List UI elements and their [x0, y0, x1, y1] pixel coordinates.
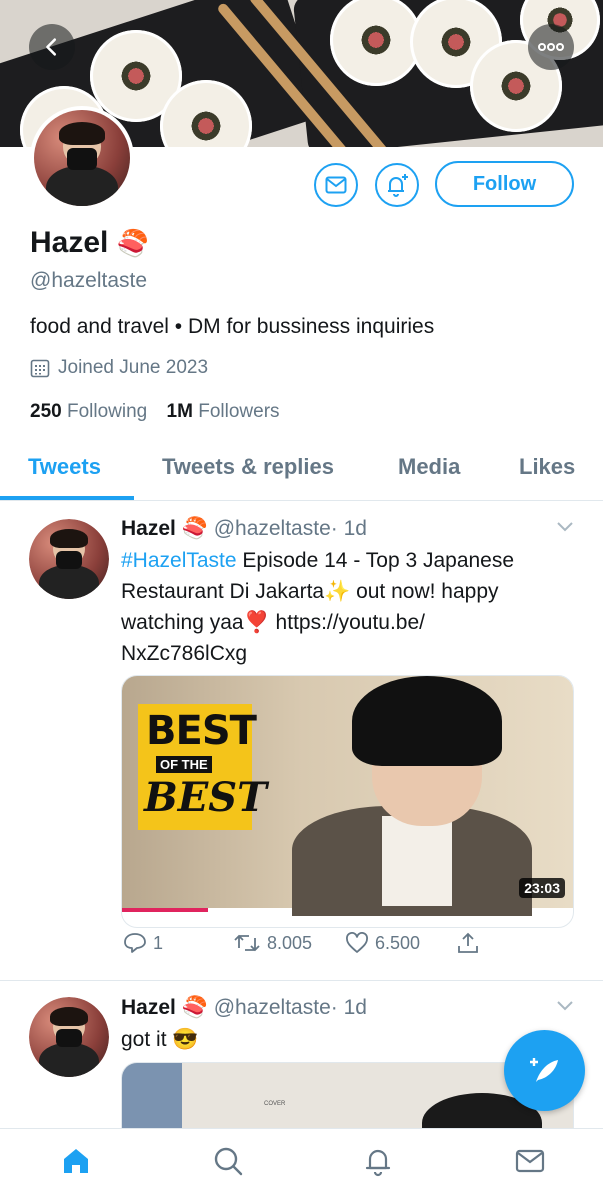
video-progress	[122, 908, 208, 912]
tweet-author-emoji: 🍣	[181, 517, 208, 540]
video-duration: 23:03	[519, 878, 565, 898]
tab-tweets[interactable]: Tweets	[28, 454, 101, 480]
messages-icon	[515, 1149, 545, 1173]
tweet-author-handle: @hazeltaste	[213, 517, 331, 540]
chevron-down-icon	[557, 522, 573, 532]
search-icon	[214, 1147, 243, 1176]
compose-icon	[529, 1057, 558, 1082]
tab-tweets-replies[interactable]: Tweets & replies	[162, 454, 334, 480]
profile-handle: @hazeltaste	[30, 269, 148, 292]
followers-link[interactable]: 1M Followers	[167, 401, 280, 422]
image-cover-label: COVER	[264, 1101, 286, 1107]
nav-notifications[interactable]	[362, 1145, 394, 1182]
more-icon	[538, 43, 564, 51]
calendar-icon	[30, 359, 50, 378]
tweet-time: · 1d	[330, 996, 367, 1019]
retweet-icon	[234, 934, 260, 952]
tweet-author-emoji: 🍣	[181, 996, 208, 1019]
back-arrow-icon	[46, 38, 57, 56]
profile-name-emoji: 🍣	[116, 228, 150, 258]
best-of-the-best-logo: BEST OF THE BEST	[138, 704, 267, 830]
follow-button[interactable]: Follow	[435, 161, 574, 207]
compose-tweet-button[interactable]	[504, 1030, 585, 1111]
tweet-menu-button[interactable]	[556, 999, 574, 1017]
profile-name-text: Hazel	[30, 226, 109, 259]
retweet-count: 8.005	[267, 932, 313, 953]
nav-messages[interactable]	[514, 1145, 546, 1182]
profile-avatar[interactable]	[30, 106, 134, 210]
tab-likes[interactable]: Likes	[519, 454, 575, 480]
back-button[interactable]	[29, 24, 75, 70]
tweet-time: · 1d	[330, 517, 367, 540]
mail-icon	[325, 176, 347, 194]
tweet-avatar[interactable]	[29, 997, 109, 1077]
tweet-author-name[interactable]: Hazel	[121, 517, 176, 540]
tweet-text: #HazelTaste Episode 14 - Top 3 Japanese …	[121, 545, 561, 669]
joined-date: Joined June 2023	[30, 357, 208, 379]
profile-name: Hazel 🍣	[30, 226, 149, 260]
home-icon	[64, 1149, 88, 1173]
bell-plus-icon	[388, 174, 408, 197]
message-button[interactable]	[314, 163, 358, 207]
more-button[interactable]	[528, 24, 574, 70]
nav-home[interactable]	[60, 1145, 92, 1182]
image-left-edge	[122, 1063, 182, 1131]
tweet-divider	[0, 980, 603, 981]
tweet-text: got it 😎	[121, 1028, 199, 1051]
hashtag-link[interactable]: #HazelTaste	[121, 549, 237, 572]
bottom-navigation	[0, 1128, 603, 1201]
video-card[interactable]: BEST OF THE BEST 23:03	[121, 675, 574, 928]
active-tab-indicator	[0, 496, 134, 500]
nav-search[interactable]	[212, 1145, 244, 1182]
tweet-link-tail[interactable]: NxZc786lCxg	[121, 642, 247, 665]
joined-text: Joined June 2023	[58, 357, 209, 378]
reply-icon	[124, 933, 146, 953]
tweet-avatar[interactable]	[29, 519, 109, 599]
heart-icon	[346, 932, 368, 953]
notify-button[interactable]	[375, 163, 419, 207]
reply-count: 1	[153, 932, 164, 953]
tweet-author-handle: @hazeltaste	[213, 996, 331, 1019]
tweet-header: Hazel 🍣 @hazeltaste· 1d	[121, 517, 367, 541]
tweet-menu-button[interactable]	[556, 520, 574, 538]
retweet-button[interactable]: 8.005	[233, 932, 312, 954]
profile-tabs: Tweets Tweets & replies Media Likes	[0, 440, 603, 501]
share-button[interactable]	[457, 932, 479, 954]
video-thumbnail-person	[292, 676, 573, 916]
like-button[interactable]: 6.500	[345, 932, 420, 954]
tweet-header: Hazel 🍣 @hazeltaste· 1d	[121, 996, 367, 1020]
profile-bio: food and travel • DM for bussiness inqui…	[30, 315, 435, 338]
tweet-author-name[interactable]: Hazel	[121, 996, 176, 1019]
share-icon	[458, 932, 478, 953]
following-link[interactable]: 250 Following	[30, 401, 147, 422]
tab-media[interactable]: Media	[398, 454, 460, 480]
chevron-down-icon	[557, 1001, 573, 1011]
follow-stats: 250 Following 1M Followers	[30, 401, 280, 423]
reply-button[interactable]: 1	[123, 932, 163, 954]
like-count: 6.500	[375, 932, 421, 953]
bell-icon	[365, 1149, 391, 1177]
